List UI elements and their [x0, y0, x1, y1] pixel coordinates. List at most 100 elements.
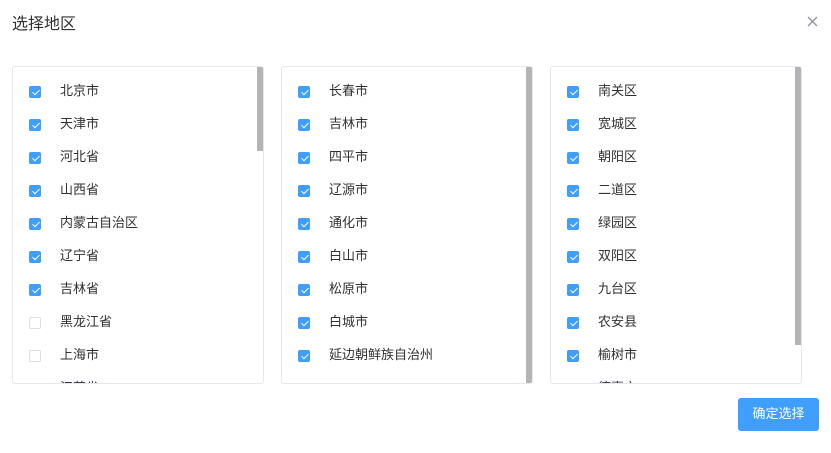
list-item-label: 绿园区	[598, 216, 638, 231]
checkbox[interactable]	[567, 152, 579, 164]
city-list-panel: 长春市吉林市四平市辽源市通化市白山市松原市白城市延边朝鲜族自治州	[281, 66, 533, 384]
city-scroll-thumb[interactable]	[526, 67, 532, 383]
list-item[interactable]: 榆树市	[551, 339, 801, 372]
list-item[interactable]: 白城市	[282, 306, 532, 339]
list-item[interactable]: 吉林市	[282, 108, 532, 141]
checkbox[interactable]	[298, 119, 310, 131]
district-scrollbar[interactable]	[795, 67, 801, 383]
checkbox[interactable]	[29, 152, 41, 164]
list-item-label: 河北省	[60, 150, 100, 165]
list-item-label: 吉林市	[329, 117, 369, 132]
checkbox[interactable]	[567, 284, 579, 296]
list-item[interactable]: 辽源市	[282, 174, 532, 207]
list-item[interactable]: 通化市	[282, 207, 532, 240]
checkbox[interactable]	[567, 383, 579, 384]
checkbox[interactable]	[298, 251, 310, 263]
list-item[interactable]: 山西省	[13, 174, 263, 207]
province-scrollbar[interactable]	[257, 67, 263, 383]
list-item-label: 白山市	[329, 249, 369, 264]
list-item[interactable]: 二道区	[551, 174, 801, 207]
list-item[interactable]: 黑龙江省	[13, 306, 263, 339]
list-item[interactable]: 朝阳区	[551, 141, 801, 174]
list-item-label: 白城市	[329, 315, 369, 330]
list-item-label: 延边朝鲜族自治州	[329, 348, 434, 363]
checkbox[interactable]	[298, 152, 310, 164]
checkbox[interactable]	[298, 86, 310, 98]
list-item[interactable]: 长春市	[282, 75, 532, 108]
district-list: 南关区宽城区朝阳区二道区绿园区双阳区九台区农安县榆树市德惠市	[551, 67, 801, 383]
list-item-label: 南关区	[598, 84, 638, 99]
list-item-label: 松原市	[329, 282, 369, 297]
list-item-label: 双阳区	[598, 249, 638, 264]
checkbox[interactable]	[298, 185, 310, 197]
list-item[interactable]: 宽城区	[551, 108, 801, 141]
list-item-label: 通化市	[329, 216, 369, 231]
list-item[interactable]: 德惠市	[551, 372, 801, 384]
confirm-select-button[interactable]: 确定选择	[738, 398, 819, 431]
checkbox[interactable]	[29, 86, 41, 98]
list-item-label: 宽城区	[598, 117, 638, 132]
list-item-label: 黑龙江省	[60, 315, 113, 330]
checkbox[interactable]	[29, 185, 41, 197]
list-item-label: 天津市	[60, 117, 100, 132]
district-list-panel: 南关区宽城区朝阳区二道区绿园区双阳区九台区农安县榆树市德惠市	[550, 66, 802, 384]
checkbox[interactable]	[298, 218, 310, 230]
list-item[interactable]: 双阳区	[551, 240, 801, 273]
list-item[interactable]: 农安县	[551, 306, 801, 339]
list-item-label: 九台区	[598, 282, 638, 297]
checkbox[interactable]	[298, 284, 310, 296]
province-list: 北京市天津市河北省山西省内蒙古自治区辽宁省吉林省黑龙江省上海市江苏省	[13, 67, 263, 383]
checkbox[interactable]	[567, 119, 579, 131]
checkbox[interactable]	[29, 284, 41, 296]
close-icon[interactable]	[806, 15, 820, 29]
city-scrollbar[interactable]	[526, 67, 532, 383]
list-item[interactable]: 南关区	[551, 75, 801, 108]
list-item-label: 山西省	[60, 183, 100, 198]
list-item[interactable]: 松原市	[282, 273, 532, 306]
checkbox[interactable]	[298, 317, 310, 329]
list-item-label: 辽宁省	[60, 249, 100, 264]
list-item-label: 二道区	[598, 183, 638, 198]
list-item-label: 内蒙古自治区	[60, 216, 139, 231]
list-item[interactable]: 九台区	[551, 273, 801, 306]
checkbox[interactable]	[567, 251, 579, 263]
list-item-label: 四平市	[329, 150, 369, 165]
list-item[interactable]: 辽宁省	[13, 240, 263, 273]
checkbox[interactable]	[298, 350, 310, 362]
list-item-label: 辽源市	[329, 183, 369, 198]
list-item-label: 朝阳区	[598, 150, 638, 165]
checkbox[interactable]	[29, 119, 41, 131]
checkbox[interactable]	[29, 218, 41, 230]
checkbox[interactable]	[29, 317, 41, 329]
checkbox[interactable]	[29, 383, 41, 384]
list-item[interactable]: 北京市	[13, 75, 263, 108]
checkbox[interactable]	[567, 86, 579, 98]
list-item[interactable]: 吉林省	[13, 273, 263, 306]
list-item[interactable]: 上海市	[13, 339, 263, 372]
province-scroll-thumb[interactable]	[257, 67, 263, 151]
list-item[interactable]: 白山市	[282, 240, 532, 273]
checkbox[interactable]	[29, 350, 41, 362]
checkbox[interactable]	[567, 350, 579, 362]
list-item-label: 农安县	[598, 315, 638, 330]
list-item-label: 吉林省	[60, 282, 100, 297]
list-item[interactable]: 内蒙古自治区	[13, 207, 263, 240]
checkbox[interactable]	[567, 185, 579, 197]
checkbox[interactable]	[29, 251, 41, 263]
checkbox[interactable]	[567, 317, 579, 329]
list-item[interactable]: 天津市	[13, 108, 263, 141]
list-item[interactable]: 河北省	[13, 141, 263, 174]
province-list-panel: 北京市天津市河北省山西省内蒙古自治区辽宁省吉林省黑龙江省上海市江苏省	[12, 66, 264, 384]
list-item-label: 上海市	[60, 348, 100, 363]
list-item[interactable]: 四平市	[282, 141, 532, 174]
list-item-label: 长春市	[329, 84, 369, 99]
dialog-title: 选择地区	[12, 14, 77, 33]
list-item[interactable]: 延边朝鲜族自治州	[282, 339, 532, 372]
list-item[interactable]: 绿园区	[551, 207, 801, 240]
checkbox[interactable]	[567, 218, 579, 230]
list-item-label: 江苏省	[60, 380, 99, 383]
district-scroll-thumb[interactable]	[795, 67, 801, 345]
list-item-label: 榆树市	[598, 348, 638, 363]
list-item[interactable]: 江苏省	[13, 372, 263, 384]
city-list: 长春市吉林市四平市辽源市通化市白山市松原市白城市延边朝鲜族自治州	[282, 67, 532, 383]
